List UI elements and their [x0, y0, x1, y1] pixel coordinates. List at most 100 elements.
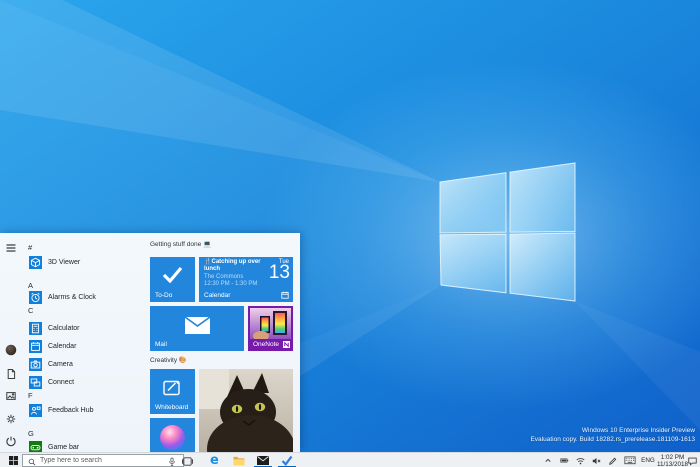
file-explorer-button[interactable] [227, 453, 251, 467]
feedback-hub-icon [29, 404, 42, 417]
tile-label: Whiteboard [155, 404, 189, 411]
windows-ink-button[interactable] [604, 453, 621, 467]
tile-photos-cat[interactable] [199, 369, 293, 452]
app-section-letter[interactable]: C [28, 306, 88, 315]
desktop: Windows 10 Enterprise Insider Preview Ev… [0, 0, 700, 467]
search-input[interactable] [40, 455, 160, 466]
search-icon [28, 458, 36, 466]
app-section-letter[interactable]: # [28, 243, 88, 252]
app-item-game-bar[interactable]: Game bar [28, 441, 146, 452]
onenote-logo-icon [283, 341, 290, 348]
tile-onenote[interactable]: OneNote [248, 306, 293, 351]
calendar-date: 13 [268, 262, 290, 283]
evaluation-watermark: Windows 10 Enterprise Insider Preview Ev… [530, 427, 695, 445]
gear-icon [6, 414, 16, 424]
colorful-sphere-icon [160, 425, 185, 450]
pictures-icon [6, 392, 16, 400]
mail-icon [257, 456, 269, 465]
action-center-icon [688, 457, 697, 466]
app-item-camera[interactable]: Camera [28, 358, 146, 374]
taskbar: e ENG 1 [0, 452, 700, 467]
tile-group-header[interactable]: Creativity 🎨 [150, 356, 290, 364]
watermark-line1: Windows 10 Enterprise Insider Preview [581, 427, 695, 434]
user-avatar [5, 344, 17, 356]
calendar-event-time: 12:30 PM - 1:30 PM [204, 281, 258, 287]
hidden-icons-button[interactable] [540, 453, 556, 467]
to-do-check-icon [281, 455, 293, 466]
checkmark-icon [162, 266, 183, 283]
app-item-connect[interactable]: Connect [28, 376, 146, 392]
action-center-button[interactable] [685, 453, 700, 467]
edge-browser-button[interactable]: e [202, 453, 226, 467]
tile-label: To-Do [155, 292, 173, 299]
microphone-icon[interactable] [168, 457, 176, 467]
app-item-alarms-clock[interactable]: Alarms & Clock [28, 291, 146, 307]
network-button[interactable] [572, 453, 589, 467]
calculator-icon [29, 322, 42, 335]
pen-icon [609, 457, 617, 465]
task-view-button[interactable] [176, 453, 200, 467]
chevron-up-icon [545, 458, 551, 462]
edge-icon: e [210, 453, 219, 467]
tile-todo[interactable]: To-Do [150, 257, 195, 302]
wifi-icon [576, 457, 585, 464]
app-item-label: Camera [48, 361, 73, 368]
app-item-calculator[interactable]: Calculator [28, 322, 146, 338]
app-item-label: Feedback Hub [48, 407, 94, 414]
tile-whiteboard[interactable]: Whiteboard [150, 369, 195, 414]
app-item-label: Connect [48, 379, 75, 386]
app-item-3d-viewer[interactable]: 3D Viewer [28, 256, 146, 272]
app-item-calendar[interactable]: Calendar [28, 340, 146, 356]
tile-label: Mail [155, 341, 167, 348]
start-menu: # 3D Viewer A Alarms & Clock C Calculato… [0, 233, 300, 452]
connect-icon [29, 376, 42, 389]
app-item-feedback-hub[interactable]: Feedback Hub [28, 404, 146, 420]
app-section-letter[interactable]: G [28, 429, 88, 438]
app-item-label: 3D Viewer [48, 259, 81, 266]
watermark-line2: Evaluation copy. Build 18282.rs_prerelea… [530, 435, 695, 443]
tile-label: OneNote [253, 341, 280, 348]
hamburger-icon [6, 244, 16, 252]
app-item-label: Calendar [48, 343, 77, 350]
onenote-photo [250, 308, 291, 339]
file-explorer-icon [233, 456, 245, 465]
pictures-button[interactable] [0, 386, 24, 406]
alarms-clock-icon [29, 291, 42, 304]
tile-mail[interactable]: Mail [150, 306, 244, 351]
touch-keyboard-button[interactable] [622, 453, 639, 467]
language-indicator[interactable]: ENG [640, 453, 656, 467]
power-button[interactable] [0, 431, 24, 451]
mail-app-button[interactable] [251, 453, 275, 467]
task-view-icon [182, 456, 193, 466]
todo-app-button[interactable] [275, 453, 299, 467]
tile-calendar[interactable]: 🍴Catching up over lunch The Commons 12:3… [199, 257, 293, 302]
app-section-letter[interactable]: A [28, 281, 88, 290]
3d-viewer-icon [29, 256, 42, 269]
menu-hamburger-button[interactable] [0, 238, 24, 258]
windows-start-icon [9, 456, 18, 465]
calendar-glyph-icon [281, 291, 289, 299]
tile-label: Calendar [204, 292, 231, 299]
tile-group-header[interactable]: Getting stuff done 💻 [150, 240, 290, 248]
camera-icon [29, 358, 42, 371]
document-icon [7, 369, 16, 379]
calendar-event-title: 🍴Catching up over lunch [204, 259, 261, 272]
power-icon [6, 436, 16, 447]
app-item-label: Calculator [48, 325, 80, 332]
battery-icon [560, 458, 569, 463]
tile-cortana-sphere[interactable] [150, 418, 195, 452]
documents-button[interactable] [0, 364, 24, 384]
volume-button[interactable] [588, 453, 605, 467]
settings-button[interactable] [0, 409, 24, 429]
whiteboard-pen-icon [163, 380, 180, 396]
game-bar-icon [29, 441, 42, 452]
app-item-label: Game bar [48, 444, 80, 451]
calendar-event-location: The Commons [204, 274, 244, 280]
taskbar-search-box[interactable] [22, 454, 184, 467]
volume-muted-icon [592, 457, 601, 464]
cat-photo [199, 369, 293, 452]
keyboard-icon [624, 456, 636, 465]
user-account-button[interactable] [0, 340, 24, 360]
battery-button[interactable] [556, 453, 573, 467]
app-section-letter[interactable]: F [28, 391, 88, 400]
